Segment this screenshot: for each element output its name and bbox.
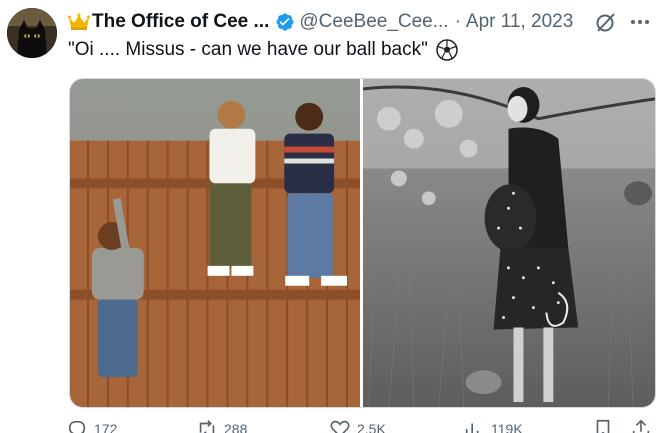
tweet-text-row: "Oi .... Missus - can we have our ball b… — [68, 37, 458, 63]
like-count: 2.5K — [357, 421, 386, 433]
view-count: 119K — [491, 421, 523, 433]
photo-kids-climbing-fence[interactable] — [70, 79, 361, 407]
tweet-header: The Office of Cee ... @CeeBee_Cee... · A… — [68, 10, 573, 34]
tweet-media[interactable] — [69, 78, 656, 408]
views-icon — [465, 423, 479, 433]
crown-icon — [68, 13, 90, 30]
retweet-button[interactable]: 288 — [196, 418, 247, 433]
bookmark-button[interactable] — [592, 418, 620, 433]
action-bar: 172 288 2.5K 119K — [66, 418, 656, 433]
grok-icon[interactable] — [594, 10, 618, 34]
photo-pregnant-woman-garden-bw[interactable] — [362, 79, 655, 407]
retweet-count: 288 — [224, 421, 248, 433]
bookmark-icon — [596, 419, 610, 433]
like-button[interactable]: 2.5K — [329, 418, 386, 433]
display-name[interactable]: The Office of Cee ... — [92, 11, 269, 33]
retweet-icon — [199, 420, 215, 433]
tweet[interactable]: The Office of Cee ... @CeeBee_Cee... · A… — [0, 0, 665, 433]
share-button[interactable] — [630, 418, 658, 433]
soccer-ball-icon — [436, 39, 458, 61]
more-options-icon[interactable] — [628, 10, 652, 34]
share-icon — [632, 419, 650, 433]
tweet-date[interactable]: Apr 11, 2023 — [466, 11, 573, 33]
user-handle[interactable]: @CeeBee_Cee... — [299, 11, 448, 33]
avatar[interactable] — [7, 8, 57, 58]
tweet-text: "Oi .... Missus - can we have our ball b… — [68, 39, 428, 60]
reply-icon — [68, 420, 86, 433]
reply-count: 172 — [94, 421, 118, 433]
heart-icon — [330, 420, 350, 433]
verified-badge-icon[interactable] — [275, 12, 295, 32]
media-grid — [70, 79, 655, 407]
reply-button[interactable]: 172 — [66, 418, 117, 433]
views-button[interactable]: 119K — [463, 418, 523, 433]
cat-avatar-image — [7, 8, 57, 58]
separator-dot: · — [454, 11, 461, 32]
